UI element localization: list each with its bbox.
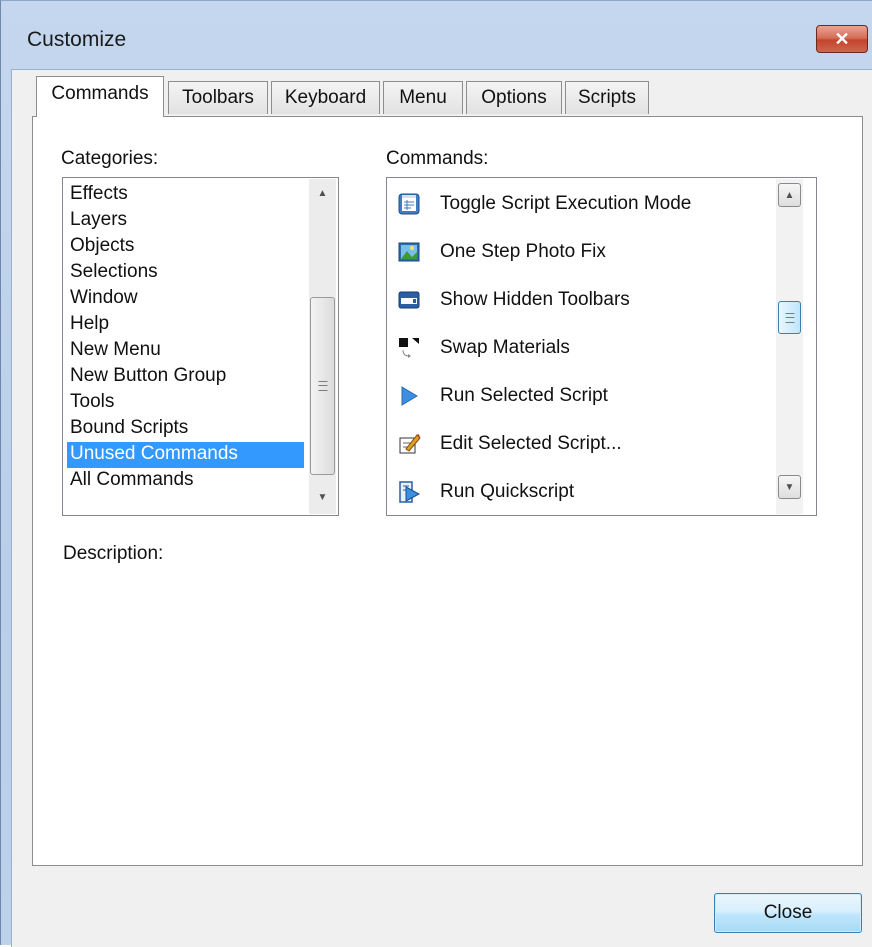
play-icon (396, 383, 422, 409)
command-label: Show Hidden Toolbars (440, 289, 630, 310)
grip-icon (318, 381, 327, 391)
description-label: Description: (63, 543, 164, 564)
categories-listbox[interactable]: Effects Layers Objects Selections Window… (62, 177, 339, 516)
command-item[interactable]: Toggle Script Execution Mode (387, 180, 777, 228)
tab-label: Menu (399, 87, 447, 108)
category-item[interactable]: New Button Group (67, 364, 226, 390)
customize-dialog: Customize ✕ Commands Toolbars Keyboard M… (0, 0, 872, 947)
scroll-down-button[interactable]: ▼ (778, 475, 801, 499)
command-label: Toggle Script Execution Mode (440, 193, 692, 214)
command-label: One Step Photo Fix (440, 241, 606, 262)
category-item[interactable]: Bound Scripts (67, 416, 188, 442)
title-close-button[interactable]: ✕ (816, 25, 868, 53)
quickscript-icon (396, 479, 422, 505)
scroll-thumb[interactable] (310, 297, 335, 475)
tab-label: Keyboard (284, 87, 367, 108)
commands-tab-panel: Categories: Commands: Effects Layers Obj… (32, 116, 863, 866)
command-label: Run Selected Script (440, 385, 608, 406)
tab-commands[interactable]: Commands (36, 76, 164, 117)
scroll-down-arrow-icon[interactable]: ▼ (309, 485, 336, 509)
close-icon: ✕ (834, 28, 850, 49)
tab-label: Scripts (577, 87, 637, 108)
edit-script-icon (396, 431, 422, 457)
category-item[interactable]: Selections (67, 260, 158, 286)
close-button[interactable]: Close (714, 893, 862, 933)
tab-toolbars[interactable]: Toolbars (168, 81, 268, 114)
command-item[interactable]: Run Quickscript (387, 468, 777, 515)
script-mode-icon (396, 191, 422, 217)
category-item[interactable]: Objects (67, 234, 134, 260)
commands-label: Commands: (386, 148, 489, 169)
scroll-up-arrow-icon: ▲ (784, 189, 795, 201)
scroll-down-arrow-icon: ▼ (784, 481, 795, 493)
command-item[interactable]: Run Selected Script (387, 372, 777, 420)
swap-materials-icon (396, 335, 422, 361)
category-item[interactable]: All Commands (67, 468, 194, 494)
categories-scrollbar[interactable]: ▲ ▼ (309, 179, 336, 514)
toolbar-icon (396, 287, 422, 313)
photo-fix-icon (396, 239, 422, 265)
dialog-title: Customize (27, 28, 127, 51)
command-label: Run Quickscript (440, 481, 575, 502)
categories-label: Categories: (61, 148, 159, 169)
category-item[interactable]: Effects (67, 182, 128, 208)
category-item[interactable]: Tools (67, 390, 114, 416)
tab-scripts[interactable]: Scripts (565, 81, 649, 114)
command-item[interactable]: One Step Photo Fix (387, 228, 777, 276)
tab-label: Commands (51, 83, 149, 104)
command-label: Edit Selected Script... (440, 433, 622, 454)
command-item[interactable]: Swap Materials (387, 324, 777, 372)
category-item[interactable]: Layers (67, 208, 127, 234)
category-item[interactable]: New Menu (67, 338, 161, 364)
category-item-selected[interactable]: Unused Commands (67, 442, 304, 468)
tab-options[interactable]: Options (466, 81, 562, 114)
tab-label: Options (481, 87, 547, 108)
category-item[interactable]: Window (67, 286, 138, 312)
commands-listbox[interactable]: Toggle Script Execution Mode One Step Ph… (386, 177, 817, 516)
scroll-thumb[interactable] (778, 301, 801, 334)
scroll-up-arrow-icon[interactable]: ▲ (309, 181, 336, 205)
commands-scrollbar[interactable]: ▲ ▼ (776, 179, 803, 514)
command-item[interactable]: Show Hidden Toolbars (387, 276, 777, 324)
tab-label: Toolbars (182, 87, 254, 108)
tab-keyboard[interactable]: Keyboard (271, 81, 380, 114)
command-label: Swap Materials (440, 337, 570, 358)
grip-icon (785, 312, 794, 323)
command-item[interactable]: Edit Selected Script... (387, 420, 777, 468)
tab-menu[interactable]: Menu (383, 81, 463, 114)
category-item[interactable]: Help (67, 312, 109, 338)
scroll-up-button[interactable]: ▲ (778, 183, 801, 207)
